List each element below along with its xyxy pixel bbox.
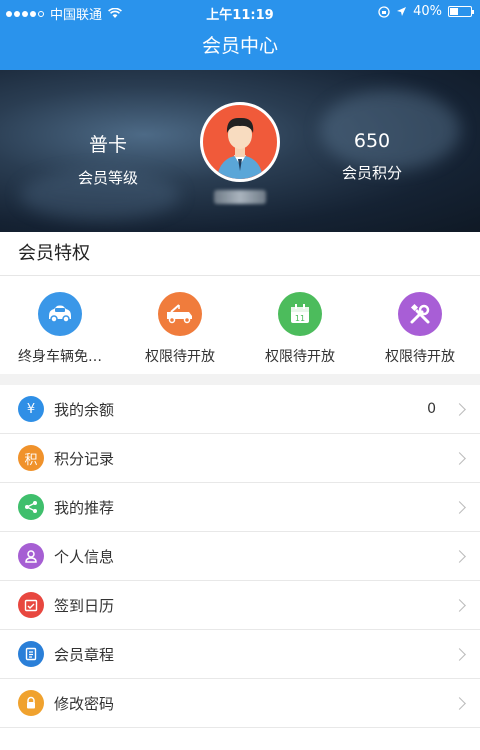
menu-item-balance[interactable]: ¥ 我的余额 0 bbox=[0, 385, 480, 434]
member-points-label: 会员积分 bbox=[341, 164, 402, 182]
car-icon bbox=[38, 292, 82, 336]
rotation-lock-icon bbox=[378, 5, 390, 18]
battery-icon bbox=[448, 6, 474, 17]
svg-text:11: 11 bbox=[295, 314, 305, 323]
privilege-label: 权限待开放 bbox=[145, 349, 215, 365]
nav-bar: 会员中心 bbox=[0, 24, 480, 70]
chevron-right-icon bbox=[453, 696, 466, 710]
menu-item-label: 个人信息 bbox=[54, 547, 115, 566]
profile-header: 普卡 会员等级 650 会员积分 bbox=[0, 70, 480, 232]
balance-value: 0 bbox=[427, 401, 436, 417]
menu-item-change-password[interactable]: 修改密码 bbox=[0, 679, 480, 728]
privilege-item-vehicle[interactable]: 终身车辆免… bbox=[0, 276, 120, 366]
member-points[interactable]: 650 会员积分 bbox=[292, 130, 452, 183]
menu-item-member-charter[interactable]: 会员章程 bbox=[0, 630, 480, 679]
avatar[interactable] bbox=[200, 102, 280, 182]
chevron-right-icon bbox=[453, 549, 466, 563]
status-right-group: 40% bbox=[378, 4, 474, 19]
chevron-right-icon bbox=[453, 598, 466, 612]
privileges-section: 会员特权 终身车辆免… 权限待开放 11 权限待开放 权限待开放 bbox=[0, 232, 480, 374]
chevron-right-icon bbox=[453, 402, 466, 416]
privilege-item-tow[interactable]: 权限待开放 bbox=[120, 276, 240, 366]
menu-item-referrals[interactable]: 我的推荐 bbox=[0, 483, 480, 532]
privilege-item-calendar[interactable]: 11 权限待开放 bbox=[240, 276, 360, 366]
privileges-grid: 终身车辆免… 权限待开放 11 权限待开放 权限待开放 bbox=[0, 276, 480, 366]
chevron-right-icon bbox=[453, 500, 466, 514]
person-icon bbox=[18, 543, 44, 569]
menu-item-label: 我的余额 bbox=[54, 400, 115, 419]
menu-list: ¥ 我的余额 0 积 积分记录 我的推荐 个人信息 签到日历 会员章程 修改密码 bbox=[0, 385, 480, 750]
member-level-value: 普卡 bbox=[88, 134, 127, 156]
menu-item-checkin-calendar[interactable]: 签到日历 bbox=[0, 581, 480, 630]
tow-truck-icon bbox=[158, 292, 202, 336]
lock-icon bbox=[18, 690, 44, 716]
member-points-value: 650 bbox=[353, 130, 391, 152]
status-bar: 中国联通 上午11:19 40% bbox=[0, 0, 480, 24]
menu-item-label: 积分记录 bbox=[54, 449, 115, 468]
tools-icon bbox=[398, 292, 442, 336]
menu-item-label: 我的推荐 bbox=[54, 498, 115, 517]
menu-item-label: 会员章程 bbox=[54, 645, 115, 664]
privilege-item-tools[interactable]: 权限待开放 bbox=[360, 276, 480, 366]
menu-item-personal-info[interactable]: 个人信息 bbox=[0, 532, 480, 581]
menu-item-label: 修改密码 bbox=[54, 694, 115, 713]
menu-item-label: 签到日历 bbox=[54, 596, 115, 615]
document-icon bbox=[18, 641, 44, 667]
share-icon bbox=[18, 494, 44, 520]
member-level-label: 会员等级 bbox=[77, 169, 138, 187]
person-avatar-icon bbox=[217, 117, 263, 179]
privilege-label: 权限待开放 bbox=[385, 349, 455, 365]
location-icon bbox=[397, 7, 407, 16]
page-title: 会员中心 bbox=[201, 35, 278, 57]
privilege-label: 权限待开放 bbox=[265, 349, 335, 365]
battery-percent: 40% bbox=[413, 4, 442, 19]
chevron-right-icon bbox=[453, 451, 466, 465]
calendar-icon: 11 bbox=[278, 292, 322, 336]
checkin-calendar-icon bbox=[18, 592, 44, 618]
menu-item-points-record[interactable]: 积 积分记录 bbox=[0, 434, 480, 483]
yen-icon: ¥ bbox=[18, 396, 44, 422]
points-icon: 积 bbox=[18, 445, 44, 471]
chevron-right-icon bbox=[453, 647, 466, 661]
nickname-blurred bbox=[214, 190, 266, 204]
privilege-label: 终身车辆免… bbox=[18, 349, 102, 365]
member-level[interactable]: 普卡 会员等级 bbox=[28, 130, 188, 188]
privileges-title: 会员特权 bbox=[0, 232, 480, 276]
